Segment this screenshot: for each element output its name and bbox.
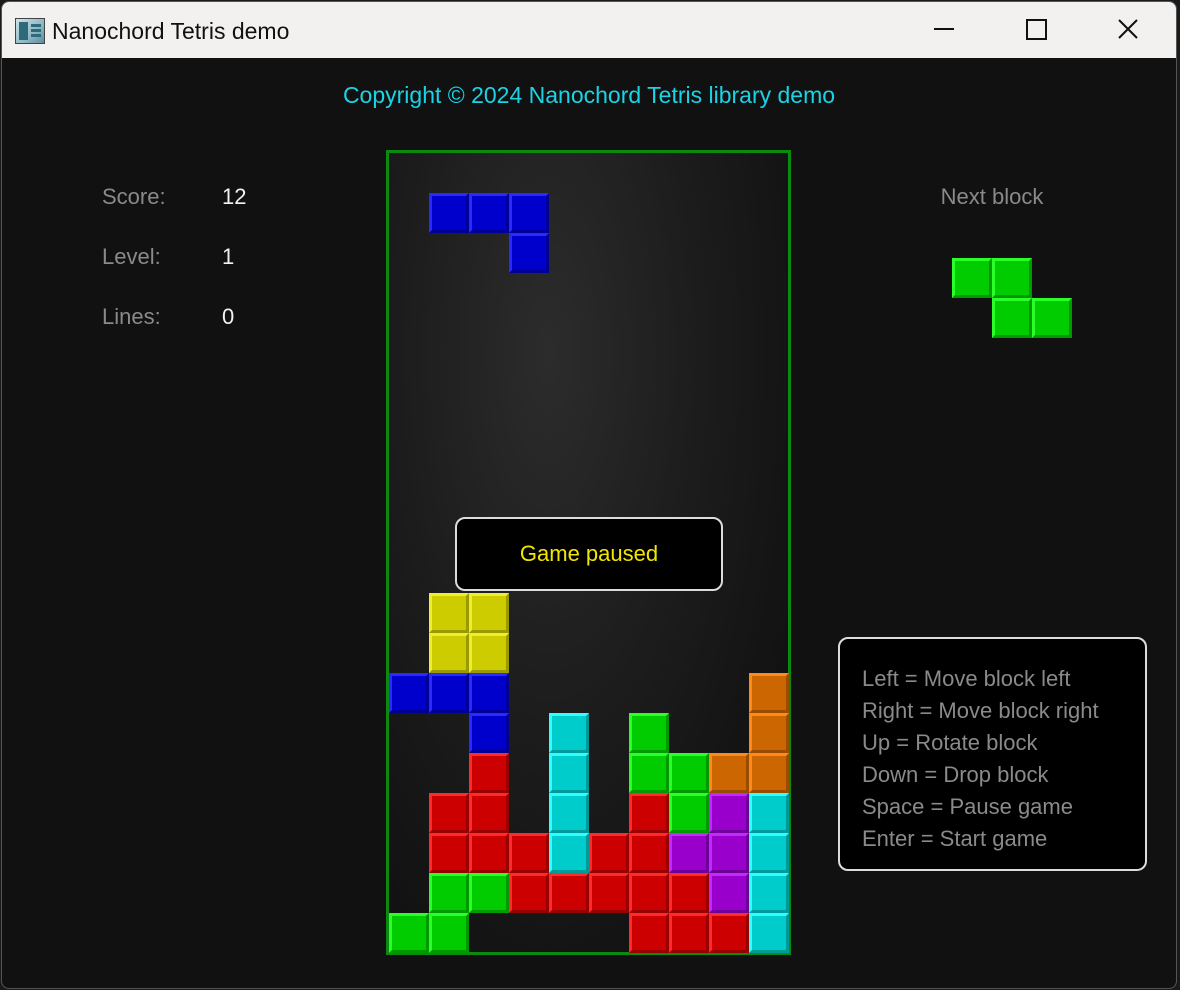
board-cell [549, 873, 589, 913]
board-cell [389, 913, 429, 953]
board-cell [749, 873, 789, 913]
board-cell [549, 713, 589, 753]
lines-label: Lines: [102, 304, 161, 329]
board-cell [469, 593, 509, 633]
help-line-left: Left = Move block left [862, 666, 1071, 691]
falling-block-cell [509, 193, 549, 233]
board-cell [709, 793, 749, 833]
board-cell [429, 833, 469, 873]
board-cell [429, 593, 469, 633]
board-cell [709, 913, 749, 953]
board-cell [429, 673, 469, 713]
board-cell [749, 913, 789, 953]
score-label: Score: [102, 184, 166, 209]
board-cell [589, 873, 629, 913]
board-cell [669, 913, 709, 953]
lines-value: 0 [222, 304, 235, 329]
score-value: 12 [222, 184, 247, 209]
falling-block-cell [429, 193, 469, 233]
board-cell [669, 833, 709, 873]
close-button[interactable] [1082, 2, 1174, 58]
level-value: 1 [222, 244, 235, 269]
board-cell [709, 833, 749, 873]
board-cell [429, 873, 469, 913]
board-cell [469, 713, 509, 753]
controls-help-panel: Left = Move block left Right = Move bloc… [838, 637, 1147, 871]
help-line-enter: Enter = Start game [862, 826, 1048, 851]
board-cell [469, 633, 509, 673]
board-cell [549, 793, 589, 833]
board-cell [749, 713, 789, 753]
board-cell [509, 873, 549, 913]
board-cell [429, 793, 469, 833]
board-cell [669, 873, 709, 913]
board-cell [629, 873, 669, 913]
board-cell [669, 753, 709, 793]
next-block-cell [952, 258, 992, 298]
maximize-button[interactable] [990, 2, 1082, 58]
next-block-preview [952, 258, 1072, 338]
minimize-icon [934, 28, 954, 30]
pause-message: Game paused [519, 541, 659, 566]
board-cell [629, 913, 669, 953]
minimize-button[interactable] [898, 2, 990, 58]
board-cell [749, 753, 789, 793]
board-cell [749, 833, 789, 873]
title-bar[interactable]: Nanochord Tetris demo [2, 2, 1176, 58]
board-cell [509, 833, 549, 873]
next-block-label: Next block [940, 184, 1044, 209]
falling-block-cell [509, 233, 549, 273]
app-icon [15, 18, 45, 44]
copyright-text: Copyright © 2024 Nanochord Tetris librar… [342, 82, 836, 108]
board-cell [469, 793, 509, 833]
board-cell [549, 833, 589, 873]
help-line-up: Up = Rotate block [862, 730, 1038, 755]
app-window: Nanochord Tetris demo Copyright © 2024 N… [1, 1, 1177, 989]
board-cell [469, 673, 509, 713]
board-cell [749, 673, 789, 713]
board-cell [589, 833, 629, 873]
board-cell [549, 753, 589, 793]
board-cell [629, 793, 669, 833]
board-cell [749, 793, 789, 833]
board-cell [429, 913, 469, 953]
maximize-icon [1025, 18, 1047, 40]
help-line-down: Down = Drop block [862, 762, 1049, 787]
level-label: Level: [102, 244, 161, 269]
board-cell [629, 713, 669, 753]
board-cell [709, 753, 749, 793]
help-line-right: Right = Move block right [862, 698, 1099, 723]
falling-block-cell [469, 193, 509, 233]
board-cell [389, 673, 429, 713]
next-block-cell [992, 298, 1032, 338]
board-cell [469, 833, 509, 873]
board-cell [709, 873, 749, 913]
board-cell [469, 753, 509, 793]
board-cell [429, 633, 469, 673]
board-cell [469, 873, 509, 913]
help-line-space: Space = Pause game [862, 794, 1073, 819]
next-block-cell [1032, 298, 1072, 338]
close-icon [1118, 19, 1138, 39]
board-cell [669, 793, 709, 833]
next-block-cell [992, 258, 1032, 298]
board-cell [629, 833, 669, 873]
board-cell [629, 753, 669, 793]
pause-dialog: Game paused [455, 517, 723, 591]
window-title: Nanochord Tetris demo [52, 18, 290, 44]
